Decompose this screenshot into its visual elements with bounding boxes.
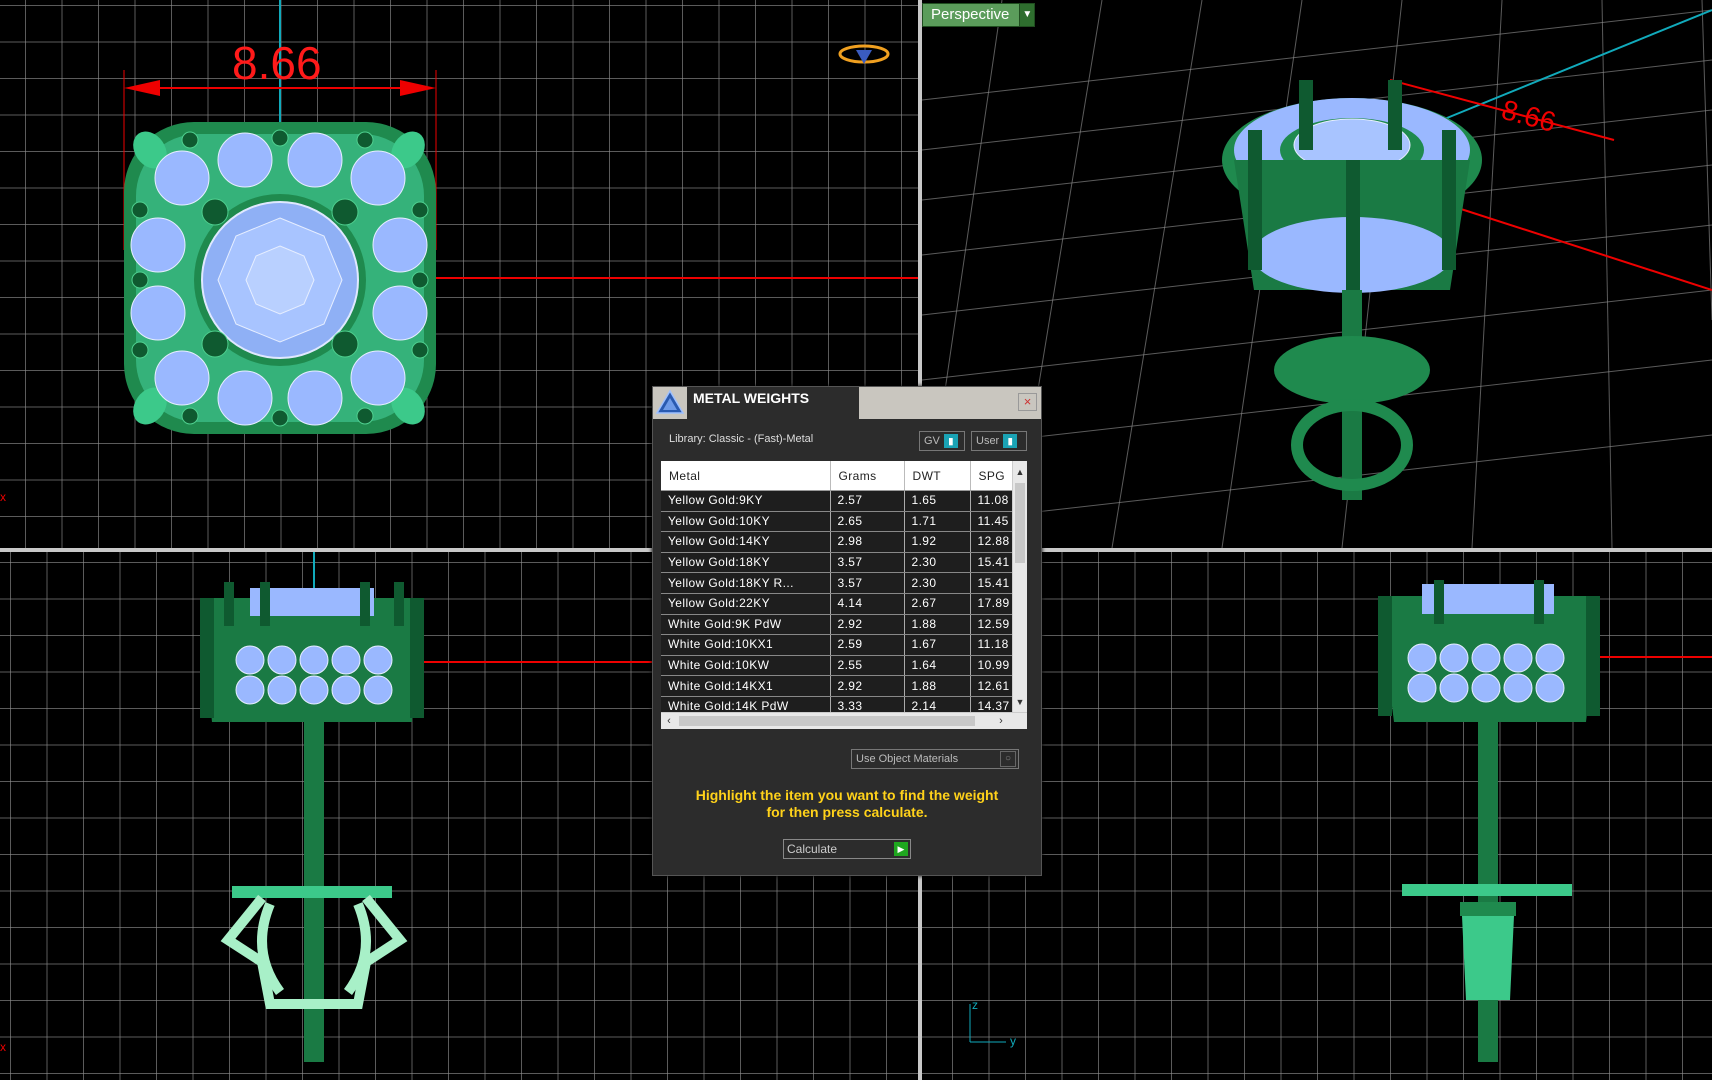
cell-dwt: 2.30 [904, 552, 971, 574]
cell-dwt: 1.64 [904, 655, 971, 677]
horizontal-scrollbar[interactable]: ‹ › [661, 712, 1027, 729]
cell-spg: 12.61 [970, 675, 1014, 697]
use-object-materials-toggle[interactable]: Use Object Materials ○ [851, 749, 1019, 769]
calculate-button[interactable]: Calculate ▶ [783, 839, 911, 859]
scroll-down-icon[interactable]: ▼ [1013, 695, 1027, 709]
cell-grams: 2.55 [830, 655, 905, 677]
cell-dwt: 2.30 [904, 572, 971, 594]
col-header-spg[interactable]: SPG [970, 461, 1014, 491]
table-row[interactable]: Yellow Gold:18KY 3.57 2.30 15.41 [661, 552, 1014, 574]
cell-spg: 15.41 [970, 572, 1014, 594]
table-row[interactable]: White Gold:10KW 2.55 1.64 10.99 [661, 655, 1014, 677]
cell-spg: 10.99 [970, 655, 1014, 677]
cell-spg: 11.45 [970, 511, 1014, 533]
table-row[interactable]: Yellow Gold:9KY 2.57 1.65 11.08 [661, 490, 1014, 512]
cell-dwt: 1.92 [904, 531, 971, 553]
cell-grams: 2.59 [830, 634, 905, 656]
use-object-materials-label: Use Object Materials [856, 753, 959, 765]
table-row[interactable]: Yellow Gold:18KY R... 3.57 2.30 15.41 [661, 572, 1014, 594]
col-header-dwt[interactable]: DWT [904, 461, 971, 491]
cell-metal: White Gold:9K PdW [661, 614, 831, 636]
perspective-label-text: Perspective [931, 6, 1010, 23]
cell-spg: 15.41 [970, 552, 1014, 574]
cell-metal: Yellow Gold:18KY R... [661, 572, 831, 594]
toggle-indicator-icon: ▮ [943, 434, 958, 448]
cell-dwt: 1.88 [904, 675, 971, 697]
instruction-line-2: for then press calculate. [766, 804, 928, 820]
table-row[interactable]: Yellow Gold:22KY 4.14 2.67 17.89 [661, 593, 1014, 615]
perspective-viewport-label[interactable]: Perspective ▼ [922, 3, 1036, 27]
cell-grams: 2.65 [830, 511, 905, 533]
instruction-line-1: Highlight the item you want to find the … [695, 787, 999, 803]
play-icon: ▶ [894, 842, 908, 856]
metal-weights-dialog: METAL WEIGHTS × Library: Classic - (Fast… [652, 386, 1042, 876]
y-axis-mark: y [1010, 1034, 1016, 1048]
radio-indicator-icon: ○ [1000, 751, 1016, 767]
table-header: Metal Grams DWT SPG [661, 461, 1014, 491]
cell-metal: Yellow Gold:10KY [661, 511, 831, 533]
col-header-grams[interactable]: Grams [830, 461, 905, 491]
cell-spg: 11.18 [970, 634, 1014, 656]
cell-spg: 17.89 [970, 593, 1014, 615]
cell-grams: 4.14 [830, 593, 905, 615]
cell-metal: Yellow Gold:22KY [661, 593, 831, 615]
dialog-title: METAL WEIGHTS [693, 390, 810, 406]
cell-grams: 2.98 [830, 531, 905, 553]
toggle-indicator-icon: ▮ [1003, 434, 1018, 448]
dialog-title-bar[interactable]: METAL WEIGHTS × [653, 387, 1041, 419]
col-header-metal[interactable]: Metal [661, 461, 831, 491]
cell-spg: 12.59 [970, 614, 1014, 636]
cell-grams: 3.57 [830, 552, 905, 574]
metal-table[interactable]: Metal Grams DWT SPG Yellow Gold:9KY 2.57 1… [661, 461, 1027, 729]
gv-toggle-label: GV [924, 435, 940, 447]
table-row[interactable]: White Gold:9K PdW 2.92 1.88 12.59 [661, 614, 1014, 636]
scroll-right-icon[interactable]: › [993, 713, 1009, 729]
dialog-title-tab: METAL WEIGHTS [687, 387, 859, 419]
app-logo-icon [655, 389, 685, 414]
cell-metal: Yellow Gold:9KY [661, 490, 831, 512]
cell-grams: 2.57 [830, 490, 905, 512]
x-axis-mark-front: x [0, 1040, 6, 1054]
cell-metal: White Gold:10KW [661, 655, 831, 677]
z-axis-mark: z [972, 998, 978, 1012]
cell-metal: Yellow Gold:14KY [661, 531, 831, 553]
chevron-down-icon[interactable]: ▼ [1019, 4, 1035, 26]
instruction-text: Highlight the item you want to find the … [653, 787, 1041, 821]
cell-metal: White Gold:10KX1 [661, 634, 831, 656]
cell-dwt: 1.65 [904, 490, 971, 512]
cell-spg: 11.08 [970, 490, 1014, 512]
cell-metal: Yellow Gold:18KY [661, 552, 831, 574]
cell-dwt: 1.67 [904, 634, 971, 656]
close-button[interactable]: × [1018, 393, 1037, 411]
cell-grams: 2.92 [830, 614, 905, 636]
cell-dwt: 1.88 [904, 614, 971, 636]
cell-dwt: 2.67 [904, 593, 971, 615]
scroll-up-icon[interactable]: ▲ [1013, 465, 1027, 479]
library-label: Library: Classic - (Fast)-Metal [669, 433, 814, 445]
cell-spg: 12.88 [970, 531, 1014, 553]
scroll-left-icon[interactable]: ‹ [661, 713, 677, 729]
cell-grams: 2.92 [830, 675, 905, 697]
table-row[interactable]: Yellow Gold:10KY 2.65 1.71 11.45 [661, 511, 1014, 533]
table-row[interactable]: White Gold:10KX1 2.59 1.67 11.18 [661, 634, 1014, 656]
user-toggle[interactable]: User ▮ [971, 431, 1027, 451]
cell-grams: 3.57 [830, 572, 905, 594]
perspective-dimension: 8.66 [1498, 94, 1559, 138]
vertical-scroll-thumb[interactable] [1015, 483, 1025, 563]
table-row[interactable]: Yellow Gold:14KY 2.98 1.92 12.88 [661, 531, 1014, 553]
dimension-label-top: 8.66 [232, 37, 322, 89]
gv-toggle[interactable]: GV ▮ [919, 431, 965, 451]
vertical-scrollbar[interactable]: ▲ ▼ [1012, 461, 1027, 713]
x-axis-mark: x [0, 490, 6, 504]
cell-dwt: 1.71 [904, 511, 971, 533]
horizontal-scroll-thumb[interactable] [679, 716, 975, 726]
user-toggle-label: User [976, 435, 1000, 447]
calculate-label: Calculate [787, 842, 838, 856]
table-row[interactable]: White Gold:14KX1 2.92 1.88 12.61 [661, 675, 1014, 697]
cell-metal: White Gold:14KX1 [661, 675, 831, 697]
